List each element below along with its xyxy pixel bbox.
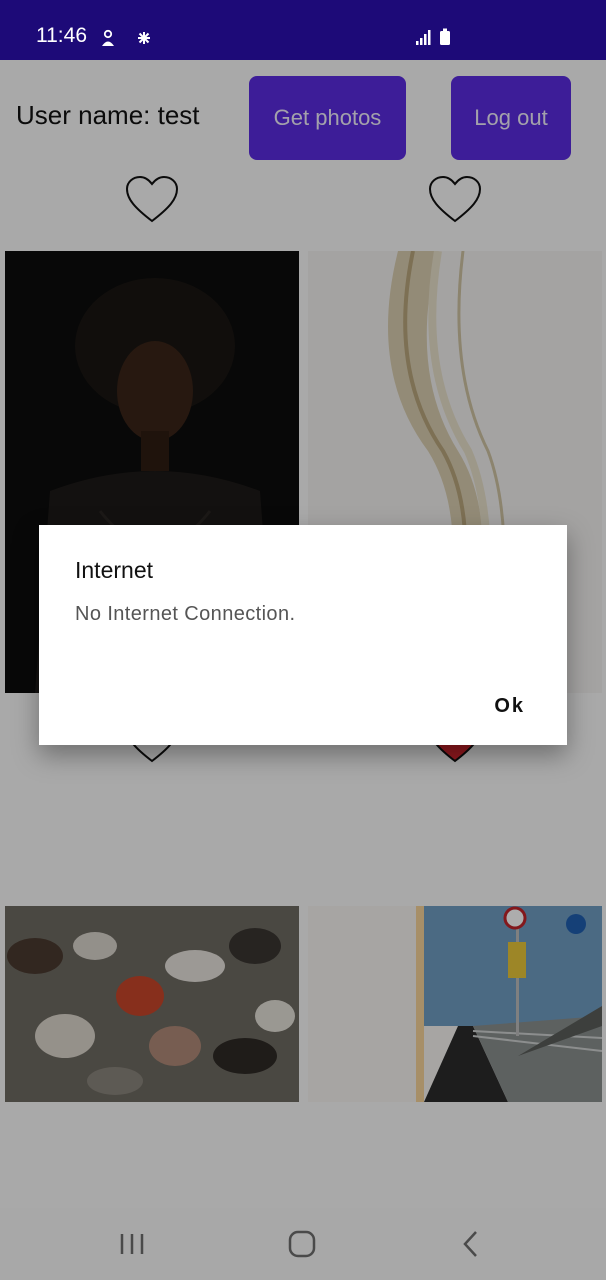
alert-dialog: Internet No Internet Connection. Ok — [39, 525, 567, 745]
ok-button[interactable]: Ok — [494, 695, 525, 718]
signal-battery-icons — [416, 28, 450, 45]
navigation-bar — [0, 1208, 606, 1280]
status-bar: 11:46 — [0, 0, 606, 60]
dialog-title: Internet — [75, 557, 153, 583]
home-icon[interactable] — [282, 1228, 322, 1260]
recent-apps-icon[interactable] — [112, 1228, 152, 1260]
dialog-message: No Internet Connection. — [75, 603, 296, 625]
notification-icons — [102, 29, 150, 46]
status-time: 11:46 — [36, 24, 87, 47]
back-icon[interactable] — [452, 1228, 492, 1260]
